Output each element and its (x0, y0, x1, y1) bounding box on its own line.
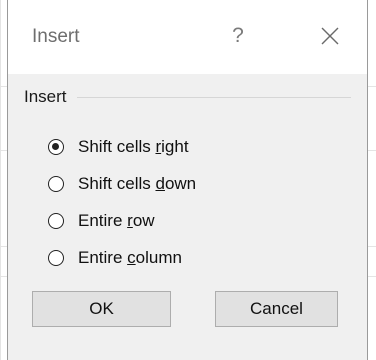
option-shift-cells-down[interactable]: Shift cells down (48, 165, 196, 202)
option-label: Entire column (78, 247, 182, 267)
option-entire-column[interactable]: Entire column (48, 239, 196, 276)
group-label: Insert (24, 87, 67, 106)
radio-shift-cells-right[interactable] (48, 138, 64, 155)
radio-entire-row[interactable] (48, 212, 64, 229)
insert-options: Shift cells right Shift cells down Entir… (48, 128, 196, 276)
title-bar: Insert ? (8, 0, 367, 74)
option-label: Entire row (78, 210, 155, 230)
insert-group-header: Insert (24, 84, 351, 110)
option-shift-cells-right[interactable]: Shift cells right (48, 128, 196, 165)
help-icon: ? (232, 24, 244, 47)
ok-button[interactable]: OK (32, 291, 171, 327)
radio-entire-column[interactable] (48, 249, 64, 266)
option-entire-row[interactable]: Entire row (48, 202, 196, 239)
option-label: Shift cells right (78, 136, 189, 156)
cancel-button[interactable]: Cancel (215, 291, 338, 327)
help-button[interactable]: ? (222, 18, 254, 54)
radio-shift-cells-down[interactable] (48, 175, 64, 192)
dialog-title: Insert (32, 26, 80, 47)
group-divider (76, 96, 351, 98)
option-label: Shift cells down (78, 173, 197, 193)
close-button[interactable] (310, 18, 350, 54)
close-icon (321, 27, 339, 45)
insert-dialog: Insert ? Insert Shift cells right Shift … (7, 0, 368, 360)
